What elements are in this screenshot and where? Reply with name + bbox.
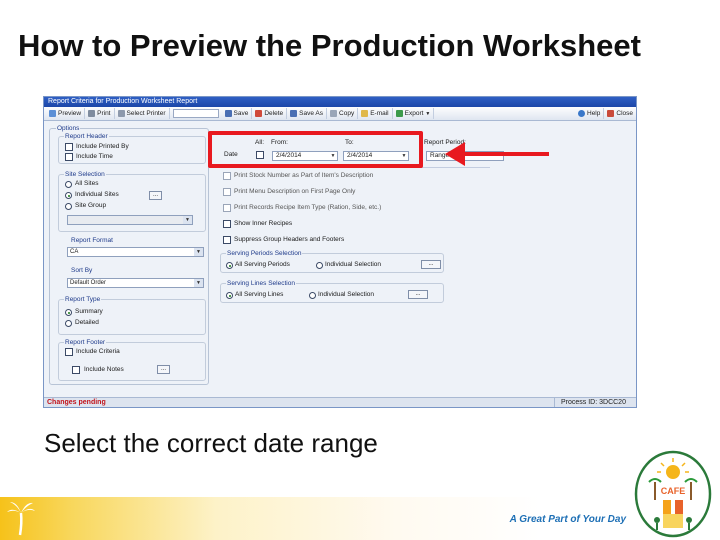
export-button[interactable]: Export ▼ [393, 108, 435, 119]
delete-icon [255, 110, 263, 117]
include-printed-by-checkbox[interactable] [65, 143, 73, 151]
individual-serving-lines-radio[interactable] [309, 292, 316, 299]
serving-periods-picker-button[interactable]: ... [421, 260, 441, 269]
sort-by-select[interactable]: Default Order ▼ [67, 278, 204, 288]
summary-radio[interactable] [65, 309, 72, 316]
all-serving-lines-label: All Serving Lines [235, 291, 284, 298]
site-group-label: Site Group [75, 202, 107, 209]
help-icon [578, 110, 585, 117]
all-serving-lines-radio[interactable] [226, 292, 233, 299]
delete-button[interactable]: Delete [252, 108, 288, 119]
saved-criteria-dropdown[interactable] [172, 109, 219, 118]
red-arrow-icon [445, 142, 549, 166]
save-button[interactable]: Save [222, 108, 253, 119]
include-printed-by-label: Include Printed By [76, 143, 129, 150]
report-type-label: Report Type [64, 296, 102, 303]
all-serving-periods-radio[interactable] [226, 262, 233, 269]
report-format-select[interactable]: CA ▼ [67, 247, 204, 257]
chevron-down-icon: ▼ [194, 248, 203, 256]
all-serving-periods-label: All Serving Periods [235, 261, 290, 268]
site-selection-label: Site Selection [64, 171, 106, 178]
print-menu-description-checkbox[interactable] [223, 188, 231, 196]
cafe-logo: CAFE [634, 450, 712, 538]
site-group-select[interactable]: ▼ [67, 215, 193, 225]
email-icon [361, 110, 369, 117]
sort-by-label: Sort By [70, 267, 94, 274]
include-notes-checkbox[interactable] [72, 366, 80, 374]
notes-picker-button[interactable]: ... [157, 365, 170, 374]
date-range-highlight-box [208, 131, 423, 168]
preview-button[interactable]: Preview [46, 108, 86, 119]
suppress-group-headers-checkbox[interactable] [223, 236, 231, 244]
help-button[interactable]: Help [575, 108, 605, 119]
options-group: Options Report Header Include Printed By… [49, 125, 209, 385]
report-footer-label: Report Footer [64, 339, 107, 346]
suppress-group-headers-label: Suppress Group Headers and Footers [234, 236, 345, 243]
include-time-checkbox[interactable] [65, 153, 73, 161]
printer-select-icon [117, 110, 125, 117]
slide-title: How to Preview the Production Worksheet [18, 28, 641, 63]
detailed-radio[interactable] [65, 320, 72, 327]
individual-serving-lines-label: Individual Selection [318, 291, 375, 298]
print-menu-description-label: Print Menu Description on First Page Onl… [234, 188, 356, 195]
individual-serving-periods-label: Individual Selection [325, 261, 382, 268]
include-criteria-checkbox[interactable] [65, 348, 73, 356]
serving-lines-picker-button[interactable]: ... [408, 290, 428, 299]
print-button[interactable]: Print [85, 108, 115, 119]
individual-sites-label: Individual Sites [75, 191, 119, 198]
serving-periods-label: Serving Periods Selection [226, 250, 303, 257]
print-records-recipe-checkbox[interactable] [223, 204, 231, 212]
select-printer-button[interactable]: Select Printer [115, 108, 170, 119]
show-inner-recipes-checkbox[interactable] [223, 220, 231, 228]
show-inner-recipes-label: Show Inner Recipes [234, 220, 293, 227]
copy-icon [330, 110, 338, 117]
svg-text:CAFE: CAFE [661, 486, 686, 496]
detailed-label: Detailed [75, 319, 99, 326]
status-process-id: Process ID: 3DCC20 [554, 398, 636, 407]
status-bar: Changes pending Process ID: 3DCC20 [44, 397, 636, 407]
include-time-label: Include Time [76, 153, 113, 160]
print-stock-number-label: Print Stock Number as Part of Item's Des… [234, 172, 374, 179]
printer-icon [88, 110, 96, 117]
chevron-down-icon: ▼ [425, 110, 431, 117]
chevron-down-icon: ▼ [183, 216, 192, 224]
individual-serving-periods-radio[interactable] [316, 262, 323, 269]
window-title: Report Criteria for Production Worksheet… [44, 97, 636, 107]
all-sites-label: All Sites [75, 180, 99, 187]
summary-label: Summary [75, 308, 103, 315]
print-records-recipe-label: Print Records Recipe Item Type (Ration, … [234, 204, 382, 211]
save-as-icon [290, 110, 298, 117]
close-icon [607, 110, 615, 117]
print-stock-number-checkbox[interactable] [223, 172, 231, 180]
report-format-label: Report Format [70, 237, 114, 244]
save-icon [224, 110, 232, 117]
status-changes-pending: Changes pending [47, 399, 106, 406]
close-button[interactable]: Close [604, 108, 636, 119]
slide: How to Preview the Production Worksheet … [0, 0, 720, 540]
slide-caption: Select the correct date range [44, 428, 378, 458]
individual-sites-radio[interactable] [65, 192, 72, 199]
copy-button[interactable]: Copy [327, 108, 359, 119]
all-sites-radio[interactable] [65, 181, 72, 188]
footer-tagline: A Great Part of Your Day [509, 514, 626, 525]
chevron-down-icon: ▼ [194, 279, 203, 287]
email-button[interactable]: E-mail [358, 108, 393, 119]
serving-lines-label: Serving Lines Selection [226, 280, 296, 287]
individual-sites-picker-button[interactable]: ... [149, 191, 162, 200]
report-type-group [58, 299, 206, 335]
site-group-radio[interactable] [65, 203, 72, 210]
footer: A Great Part of Your Day [0, 497, 720, 540]
export-icon [395, 110, 403, 117]
preview-icon [49, 110, 56, 117]
palm-tree-icon [7, 502, 35, 536]
report-header-label: Report Header [64, 133, 109, 140]
toolbar: Preview Print Select Printer Save Delete… [44, 107, 636, 121]
include-notes-label: Include Notes [84, 366, 124, 373]
save-as-button[interactable]: Save As [287, 108, 328, 119]
options-label: Options [56, 125, 81, 132]
include-criteria-label: Include Criteria [76, 348, 120, 355]
